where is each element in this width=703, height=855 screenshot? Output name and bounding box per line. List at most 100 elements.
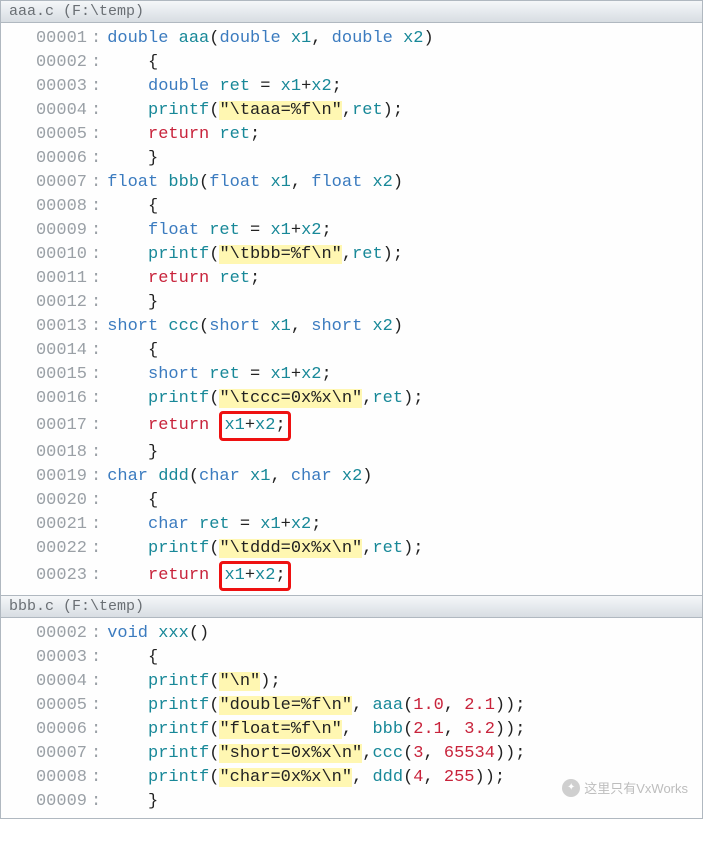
code-token-op: ( <box>199 173 209 192</box>
code-token-op: , <box>270 467 290 486</box>
code-line[interactable]: 00005: return ret; <box>1 123 702 147</box>
code-token-op: ( <box>209 672 219 691</box>
line-number: 00001 <box>1 27 91 51</box>
code-line[interactable]: 00001:double aaa(double x1, double x2) <box>1 27 702 51</box>
code-token-op: ( <box>209 720 219 739</box>
code-content[interactable]: { <box>107 339 158 363</box>
code-line[interactable]: 00008: printf("char=0x%x\n", ddd(4, 255)… <box>1 766 702 790</box>
code-token-ident: bbb <box>168 173 199 192</box>
code-line[interactable]: 00016: printf("\tccc=0x%x\n",ret); <box>1 387 702 411</box>
code-content[interactable]: printf("double=%f\n", aaa(1.0, 2.1)); <box>107 694 525 718</box>
code-content[interactable]: char ret = x1+x2; <box>107 513 321 537</box>
code-token-ident: ret <box>372 389 403 408</box>
code-area[interactable]: 00001:double aaa(double x1, double x2)00… <box>1 23 702 595</box>
code-token-ident: printf <box>148 389 209 408</box>
code-content[interactable]: printf("float=%f\n", bbb(2.1, 3.2)); <box>107 718 525 742</box>
code-token-op: , <box>311 29 331 48</box>
code-line[interactable]: 00017: return x1+x2; <box>1 411 702 441</box>
code-line[interactable]: 00020: { <box>1 489 702 513</box>
line-number: 00006 <box>1 718 91 742</box>
code-token-op: , <box>291 173 311 192</box>
code-content[interactable]: printf("\taaa=%f\n",ret); <box>107 99 403 123</box>
code-token-op: { <box>148 197 158 216</box>
code-line[interactable]: 00014: { <box>1 339 702 363</box>
code-area[interactable]: 00002:void xxx()00003: {00004: printf("\… <box>1 618 702 818</box>
file-tab[interactable]: bbb.c (F:\temp) <box>1 596 702 618</box>
code-token-op: ) <box>362 467 372 486</box>
code-content[interactable]: } <box>107 291 158 315</box>
code-content[interactable]: short ccc(short x1, short x2) <box>107 315 403 339</box>
code-content[interactable]: { <box>107 646 158 670</box>
code-line[interactable]: 00006: printf("float=%f\n", bbb(2.1, 3.2… <box>1 718 702 742</box>
code-token-ret: return <box>148 125 209 144</box>
code-token-op: ( <box>209 539 219 558</box>
code-line[interactable]: 00015: short ret = x1+x2; <box>1 363 702 387</box>
code-token-op: ( <box>209 29 219 48</box>
code-content[interactable]: return ret; <box>107 123 260 147</box>
code-token-op: ; <box>275 416 285 435</box>
code-line[interactable]: 00004: printf("\taaa=%f\n",ret); <box>1 99 702 123</box>
code-line[interactable]: 00006: } <box>1 147 702 171</box>
code-line[interactable]: 00011: return ret; <box>1 267 702 291</box>
code-content[interactable]: } <box>107 147 158 171</box>
code-line[interactable]: 00007: printf("short=0x%x\n",ccc(3, 6553… <box>1 742 702 766</box>
file-tab[interactable]: aaa.c (F:\temp) <box>1 1 702 23</box>
gutter-colon: : <box>91 646 107 670</box>
code-content[interactable]: printf("\n"); <box>107 670 280 694</box>
code-content[interactable]: float bbb(float x1, float x2) <box>107 171 403 195</box>
code-token-num: 4 <box>413 768 423 787</box>
code-content[interactable]: short ret = x1+x2; <box>107 363 331 387</box>
code-content[interactable]: printf("\tccc=0x%x\n",ret); <box>107 387 423 411</box>
code-token-ident: ret <box>209 365 240 384</box>
code-token-op: ( <box>403 768 413 787</box>
code-token-ident: printf <box>148 672 209 691</box>
code-line[interactable]: 00005: printf("double=%f\n", aaa(1.0, 2.… <box>1 694 702 718</box>
code-token-op: + <box>245 416 255 435</box>
code-line[interactable]: 00003: double ret = x1+x2; <box>1 75 702 99</box>
code-token-ident: x1 <box>270 317 290 336</box>
code-content[interactable]: double ret = x1+x2; <box>107 75 342 99</box>
code-token-ident: x2 <box>255 566 275 585</box>
code-content[interactable]: { <box>107 51 158 75</box>
code-content[interactable]: return ret; <box>107 267 260 291</box>
code-line[interactable]: 00013:short ccc(short x1, short x2) <box>1 315 702 339</box>
code-content[interactable]: } <box>107 790 158 814</box>
code-content[interactable]: void xxx() <box>107 622 209 646</box>
code-content[interactable]: { <box>107 489 158 513</box>
code-token-op: ; <box>250 269 260 288</box>
code-line[interactable]: 00012: } <box>1 291 702 315</box>
code-content[interactable]: double aaa(double x1, double x2) <box>107 27 434 51</box>
code-token-ident: ret <box>219 269 250 288</box>
code-line[interactable]: 00019:char ddd(char x1, char x2) <box>1 465 702 489</box>
code-line[interactable]: 00008: { <box>1 195 702 219</box>
code-content[interactable]: float ret = x1+x2; <box>107 219 331 243</box>
code-line[interactable]: 00009: float ret = x1+x2; <box>1 219 702 243</box>
code-token-kw: char <box>148 515 189 534</box>
code-content[interactable]: return x1+x2; <box>107 561 290 591</box>
code-content[interactable]: } <box>107 441 158 465</box>
code-line[interactable]: 00002:void xxx() <box>1 622 702 646</box>
code-content[interactable]: printf("char=0x%x\n", ddd(4, 255)); <box>107 766 505 790</box>
gutter-colon: : <box>91 147 107 171</box>
code-token-num: 3.2 <box>464 720 495 739</box>
code-line[interactable]: 00002: { <box>1 51 702 75</box>
code-token-ident: ret <box>352 245 383 264</box>
code-line[interactable]: 00023: return x1+x2; <box>1 561 702 591</box>
code-token-num: 2.1 <box>464 696 495 715</box>
code-token-op: + <box>291 221 301 240</box>
code-content[interactable]: printf("\tddd=0x%x\n",ret); <box>107 537 423 561</box>
code-line[interactable]: 00004: printf("\n"); <box>1 670 702 694</box>
code-line[interactable]: 00022: printf("\tddd=0x%x\n",ret); <box>1 537 702 561</box>
code-line[interactable]: 00007:float bbb(float x1, float x2) <box>1 171 702 195</box>
code-line[interactable]: 00018: } <box>1 441 702 465</box>
code-content[interactable]: return x1+x2; <box>107 411 290 441</box>
code-content[interactable]: printf("short=0x%x\n",ccc(3, 65534)); <box>107 742 525 766</box>
code-line[interactable]: 00003: { <box>1 646 702 670</box>
code-content[interactable]: printf("\tbbb=%f\n",ret); <box>107 243 403 267</box>
code-content[interactable]: { <box>107 195 158 219</box>
code-content[interactable]: char ddd(char x1, char x2) <box>107 465 372 489</box>
code-line[interactable]: 00010: printf("\tbbb=%f\n",ret); <box>1 243 702 267</box>
code-line[interactable]: 00009: } <box>1 790 702 814</box>
highlight-box: x1+x2; <box>219 561 290 591</box>
code-line[interactable]: 00021: char ret = x1+x2; <box>1 513 702 537</box>
